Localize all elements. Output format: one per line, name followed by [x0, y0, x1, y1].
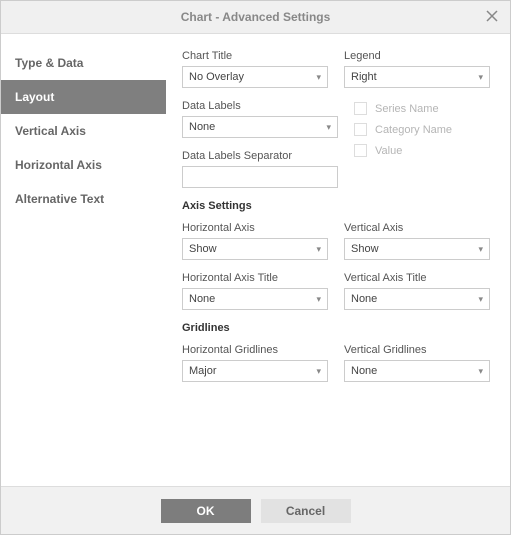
vertical-axis-label: Vertical Axis	[344, 222, 490, 234]
sidebar-item-label: Layout	[15, 90, 54, 104]
chevron-down-icon: ▾	[478, 366, 483, 377]
sidebar-item-vertical-axis[interactable]: Vertical Axis	[1, 114, 166, 148]
category-name-label: Category Name	[375, 124, 452, 136]
sidebar-item-label: Vertical Axis	[15, 124, 86, 138]
vertical-axis-select[interactable]: Show ▾	[344, 238, 490, 260]
cancel-button[interactable]: Cancel	[261, 499, 351, 523]
vertical-axis-title-label: Vertical Axis Title	[344, 272, 490, 284]
close-icon[interactable]	[484, 8, 500, 24]
ok-button[interactable]: OK	[161, 499, 251, 523]
chevron-down-icon: ▾	[478, 244, 483, 255]
chart-title-value: No Overlay	[189, 71, 244, 83]
chevron-down-icon: ▾	[316, 72, 321, 83]
vertical-gridlines-value: None	[351, 365, 377, 377]
dialog-body: Type & Data Layout Vertical Axis Horizon…	[1, 34, 510, 486]
checkbox-icon	[354, 102, 367, 115]
data-labels-label: Data Labels	[182, 100, 338, 112]
chevron-down-icon: ▾	[478, 72, 483, 83]
chevron-down-icon: ▾	[326, 122, 331, 133]
chevron-down-icon: ▾	[316, 366, 321, 377]
checkbox-icon	[354, 123, 367, 136]
chevron-down-icon: ▾	[316, 294, 321, 305]
sidebar-item-type-data[interactable]: Type & Data	[1, 46, 166, 80]
chart-advanced-settings-dialog: Chart - Advanced Settings Type & Data La…	[0, 0, 511, 535]
series-name-label: Series Name	[375, 103, 439, 115]
sidebar-item-label: Alternative Text	[15, 192, 104, 206]
axis-settings-title: Axis Settings	[182, 200, 490, 212]
data-labels-value: None	[189, 121, 215, 133]
sidebar-item-alternative-text[interactable]: Alternative Text	[1, 182, 166, 216]
series-name-checkbox: Series Name	[354, 102, 490, 115]
sidebar: Type & Data Layout Vertical Axis Horizon…	[1, 34, 166, 486]
category-name-checkbox: Category Name	[354, 123, 490, 136]
chevron-down-icon: ▾	[478, 294, 483, 305]
data-labels-separator-label: Data Labels Separator	[182, 150, 338, 162]
data-labels-select[interactable]: None ▾	[182, 116, 338, 138]
sidebar-item-horizontal-axis[interactable]: Horizontal Axis	[1, 148, 166, 182]
sidebar-item-label: Type & Data	[15, 56, 83, 70]
horizontal-axis-select[interactable]: Show ▾	[182, 238, 328, 260]
horizontal-gridlines-select[interactable]: Major ▾	[182, 360, 328, 382]
horizontal-axis-title-value: None	[189, 293, 215, 305]
layout-panel: Chart Title No Overlay ▾ Legend Right ▾	[166, 34, 510, 486]
horizontal-gridlines-value: Major	[189, 365, 217, 377]
dialog-title: Chart - Advanced Settings	[181, 10, 331, 24]
horizontal-axis-label: Horizontal Axis	[182, 222, 328, 234]
sidebar-item-layout[interactable]: Layout	[1, 80, 166, 114]
gridlines-title: Gridlines	[182, 322, 490, 334]
data-labels-separator-input[interactable]	[182, 166, 338, 188]
vertical-gridlines-label: Vertical Gridlines	[344, 344, 490, 356]
horizontal-axis-title-label: Horizontal Axis Title	[182, 272, 328, 284]
sidebar-item-label: Horizontal Axis	[15, 158, 102, 172]
horizontal-axis-value: Show	[189, 243, 217, 255]
horizontal-axis-title-select[interactable]: None ▾	[182, 288, 328, 310]
legend-select[interactable]: Right ▾	[344, 66, 490, 88]
checkbox-icon	[354, 144, 367, 157]
chart-title-select[interactable]: No Overlay ▾	[182, 66, 328, 88]
vertical-axis-title-value: None	[351, 293, 377, 305]
legend-value: Right	[351, 71, 377, 83]
titlebar: Chart - Advanced Settings	[1, 1, 510, 34]
horizontal-gridlines-label: Horizontal Gridlines	[182, 344, 328, 356]
legend-label: Legend	[344, 50, 490, 62]
vertical-axis-value: Show	[351, 243, 379, 255]
value-label: Value	[375, 145, 402, 157]
chart-title-label: Chart Title	[182, 50, 328, 62]
dialog-footer: OK Cancel	[1, 486, 510, 534]
value-checkbox: Value	[354, 144, 490, 157]
vertical-axis-title-select[interactable]: None ▾	[344, 288, 490, 310]
vertical-gridlines-select[interactable]: None ▾	[344, 360, 490, 382]
chevron-down-icon: ▾	[316, 244, 321, 255]
